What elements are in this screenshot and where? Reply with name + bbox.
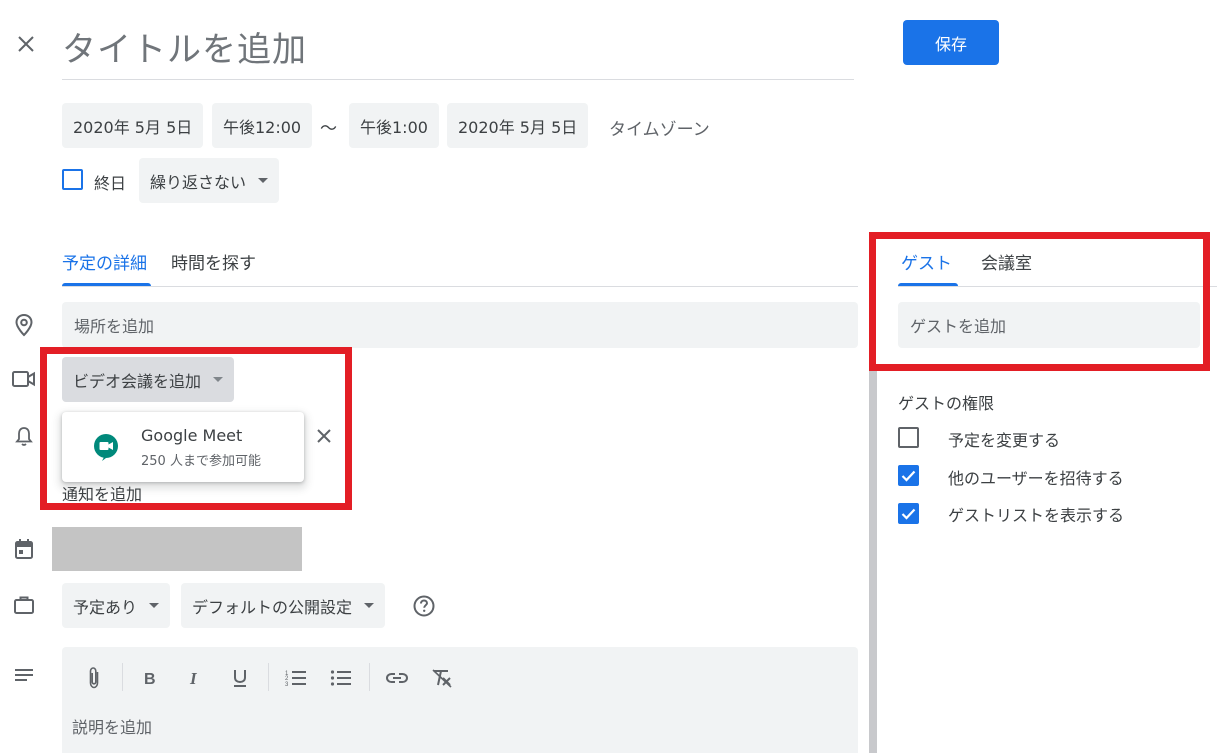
numbered-list-icon[interactable]: 123 xyxy=(281,663,311,693)
permission-see-list-checkbox[interactable] xyxy=(898,503,919,524)
add-notification-link[interactable]: 通知を追加 xyxy=(62,481,142,505)
close-button[interactable] xyxy=(10,28,42,60)
clear-formatting-icon[interactable] xyxy=(427,663,457,693)
availability-dropdown[interactable]: 予定あり xyxy=(62,583,171,628)
chevron-down-icon xyxy=(149,603,160,608)
help-icon[interactable] xyxy=(412,594,436,618)
briefcase-icon xyxy=(12,594,36,616)
google-meet-option[interactable]: Google Meet 250 人まで参加可能 xyxy=(62,412,304,482)
permission-see-list-label: ゲストリストを表示する xyxy=(948,506,1125,525)
google-meet-capacity: 250 人まで参加可能 xyxy=(141,454,261,469)
underline-icon[interactable] xyxy=(225,663,255,693)
link-icon[interactable] xyxy=(382,663,412,693)
chevron-down-icon xyxy=(258,178,269,183)
permission-invite-checkbox[interactable] xyxy=(898,465,919,486)
tab-divider xyxy=(898,286,1217,287)
all-day-checkbox[interactable] xyxy=(62,169,83,190)
visibility-label: デフォルトの公開設定 xyxy=(192,597,353,617)
end-time-chip[interactable]: 午後1:00 xyxy=(349,103,439,148)
permission-modify-checkbox[interactable] xyxy=(898,427,919,448)
remove-conference-button[interactable] xyxy=(312,424,336,448)
tab-find-time[interactable]: 時間を探す xyxy=(171,249,256,274)
visibility-dropdown[interactable]: デフォルトの公開設定 xyxy=(181,583,386,628)
timezone-link[interactable]: タイムゾーン xyxy=(609,115,710,140)
save-button[interactable]: 保存 xyxy=(903,20,999,65)
checkmark-icon xyxy=(901,508,916,520)
permission-modify-label: 予定を変更する xyxy=(948,431,1061,450)
toolbar-divider xyxy=(122,663,123,691)
chevron-down-icon xyxy=(213,377,224,382)
bell-icon xyxy=(13,425,35,447)
toolbar-divider xyxy=(268,663,269,691)
toolbar-divider xyxy=(369,663,370,691)
bulleted-list-icon[interactable] xyxy=(326,663,356,693)
google-meet-title: Google Meet xyxy=(141,426,243,445)
add-video-conference-button[interactable]: ビデオ会議を追加 xyxy=(62,357,235,402)
svg-text:3: 3 xyxy=(285,682,289,687)
close-icon xyxy=(18,36,34,52)
repeat-dropdown[interactable]: 繰り返さない xyxy=(139,158,280,203)
scrollbar[interactable] xyxy=(869,371,877,753)
close-icon xyxy=(317,429,331,443)
attachment-icon[interactable] xyxy=(79,663,109,693)
chevron-down-icon xyxy=(364,603,375,608)
calendar-icon xyxy=(13,538,35,560)
location-icon xyxy=(12,313,36,337)
checkmark-icon xyxy=(901,470,916,482)
video-camera-icon xyxy=(11,368,37,390)
svg-text:I: I xyxy=(189,669,198,687)
bold-icon[interactable]: B xyxy=(135,663,165,693)
start-time-chip[interactable]: 午後12:00 xyxy=(212,103,313,148)
tab-event-details[interactable]: 予定の詳細 xyxy=(62,249,147,274)
add-guest-input[interactable]: ゲストを追加 xyxy=(898,302,1200,348)
svg-text:B: B xyxy=(144,671,156,687)
guest-permissions-title: ゲストの権限 xyxy=(898,394,995,413)
tab-guests[interactable]: ゲスト xyxy=(901,249,952,274)
calendar-selector-redacted[interactable] xyxy=(52,527,302,571)
tab-divider xyxy=(62,286,858,287)
repeat-label: 繰り返さない xyxy=(150,172,247,192)
availability-label: 予定あり xyxy=(73,597,138,617)
permission-invite-label: 他のユーザーを招待する xyxy=(948,469,1124,488)
tab-rooms[interactable]: 会議室 xyxy=(981,249,1032,274)
location-input[interactable]: 場所を追加 xyxy=(62,302,858,348)
time-separator: 〜 xyxy=(320,119,337,139)
description-placeholder: 説明を追加 xyxy=(72,718,153,737)
google-meet-icon xyxy=(93,433,121,465)
all-day-label: 終日 xyxy=(94,174,127,193)
video-conference-label: ビデオ会議を追加 xyxy=(73,371,202,391)
start-date-chip[interactable]: 2020年 5月 5日 xyxy=(62,103,204,148)
title-input[interactable]: タイトルを追加 xyxy=(62,18,854,80)
end-date-chip[interactable]: 2020年 5月 5日 xyxy=(447,103,589,148)
description-lines-icon xyxy=(13,666,35,684)
italic-icon[interactable]: I xyxy=(180,663,210,693)
